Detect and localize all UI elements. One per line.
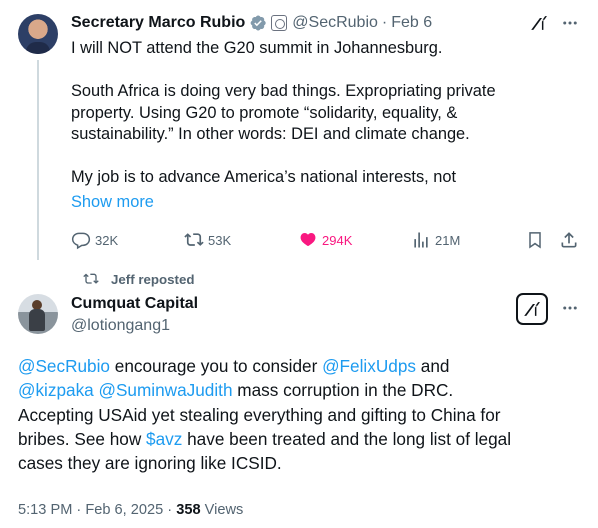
like-count: 294K [322, 232, 353, 248]
reply-text-segment: have been treated and the long list of l… [182, 428, 512, 449]
views-icon [414, 232, 428, 248]
tweet-line: property. Using G20 to promote “solidari… [71, 103, 458, 122]
reply-views-count[interactable]: 358 [176, 502, 200, 518]
reply-text-segment: bribes. See how [18, 428, 147, 449]
show-more-link[interactable]: Show more [71, 193, 154, 212]
tweet-line: sustainability.” In other words: DEI and… [71, 125, 470, 143]
avatar-rubio[interactable] [18, 14, 58, 54]
repost-icon [83, 273, 99, 284]
reply-author-name[interactable]: Cumquat Capital [71, 295, 198, 313]
share-button[interactable] [559, 228, 583, 252]
grok-icon[interactable] [528, 12, 550, 34]
like-icon [300, 233, 316, 247]
avatar-cumquat[interactable] [18, 294, 58, 334]
reply-text-segment: mass corruption in the DRC. [232, 380, 454, 401]
meta-separator: · [72, 502, 86, 518]
reply-line: @SecRubio encourage you to consider @Fel… [18, 354, 588, 378]
reply-text-segment: and [415, 356, 450, 376]
tweet-header: Secretary Marco Rubio @SecRubio · Feb 6 [71, 13, 432, 33]
reply-button[interactable]: 32K [71, 228, 118, 252]
author-handle[interactable]: @SecRubio [292, 14, 378, 32]
tweet-rubio[interactable]: Secretary Marco Rubio @SecRubio · Feb 6 … [0, 0, 598, 265]
author-name[interactable]: Secretary Marco Rubio [71, 14, 245, 32]
reply-views-label: Views [200, 502, 244, 518]
mention-suminwajudith[interactable]: @SuminwaJudith [99, 380, 233, 400]
mention-felixudps[interactable]: @FelixUdps [322, 356, 416, 376]
repost-icon [184, 233, 204, 246]
repost-button[interactable]: 53K [184, 228, 231, 252]
mention-kizpaka[interactable]: @kizpaka [18, 380, 94, 400]
more-icon[interactable] [559, 297, 581, 319]
verified-badge-icon[interactable] [249, 14, 267, 32]
government-seal-icon [271, 15, 288, 31]
tweet-line: I will NOT attend the G20 summit in Joha… [71, 39, 443, 57]
tweet-actions: 32K 53K 294K 21M [71, 228, 581, 252]
header-separator: · [381, 14, 388, 31]
meta-separator: · [163, 502, 177, 518]
grok-icon[interactable] [516, 293, 548, 325]
reply-icon [71, 232, 91, 250]
thread-line [37, 60, 39, 260]
reply-meta: 5:13 PM · Feb 6, 2025 · 358 Views [18, 502, 243, 518]
reply-line: Accepting USAid yet stealing everything … [18, 404, 501, 425]
reply-time[interactable]: 5:13 PM [18, 502, 72, 518]
mention-secrubio[interactable]: @SecRubio [18, 356, 110, 376]
bookmark-button[interactable] [525, 228, 549, 252]
bookmark-icon [529, 232, 541, 249]
like-button[interactable]: 294K [298, 228, 352, 252]
repost-banner[interactable]: Jeff reposted [71, 271, 195, 287]
repost-banner-text: Jeff reposted [111, 271, 195, 287]
views-button[interactable]: 21M [411, 228, 460, 252]
tweet-timestamp[interactable]: Feb 6 [391, 14, 432, 32]
reply-line: @kizpaka @SuminwaJudith mass corruption … [18, 378, 588, 402]
repost-count: 53K [208, 232, 232, 248]
reply-date[interactable]: Feb 6, 2025 [85, 502, 163, 518]
reply-line: bribes. See how $avz have been treated a… [18, 427, 588, 451]
reply-text: @SecRubio encourage you to consider @Fel… [18, 354, 588, 475]
reply-author-handle[interactable]: @lotiongang1 [71, 317, 170, 335]
reply-text-segment: encourage you to consider [109, 356, 323, 376]
tweet-line: South Africa is doing very bad things. E… [71, 82, 496, 100]
cashtag-avz[interactable]: $avz [146, 429, 182, 449]
reply-count: 32K [95, 232, 119, 248]
reply-line: cases they are ignoring like ICSID. [18, 453, 282, 474]
tweet-text: I will NOT attend the G20 summit in Joha… [71, 38, 571, 189]
share-icon [561, 232, 577, 248]
tweet-line: My job is to advance America’s national … [71, 168, 457, 186]
more-icon[interactable] [559, 12, 581, 34]
views-count: 21M [435, 232, 461, 248]
